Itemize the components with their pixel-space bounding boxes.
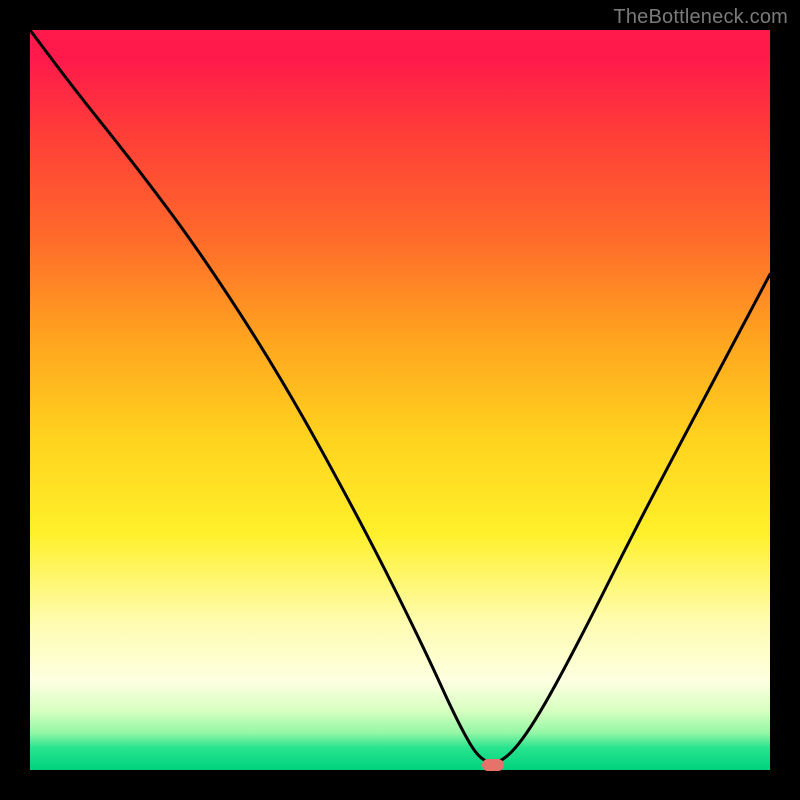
watermark-text: TheBottleneck.com <box>613 6 788 29</box>
chart-frame: TheBottleneck.com <box>0 0 800 800</box>
plot-area <box>30 30 770 770</box>
optimal-marker-icon <box>482 759 504 771</box>
bottleneck-curve <box>30 30 770 770</box>
